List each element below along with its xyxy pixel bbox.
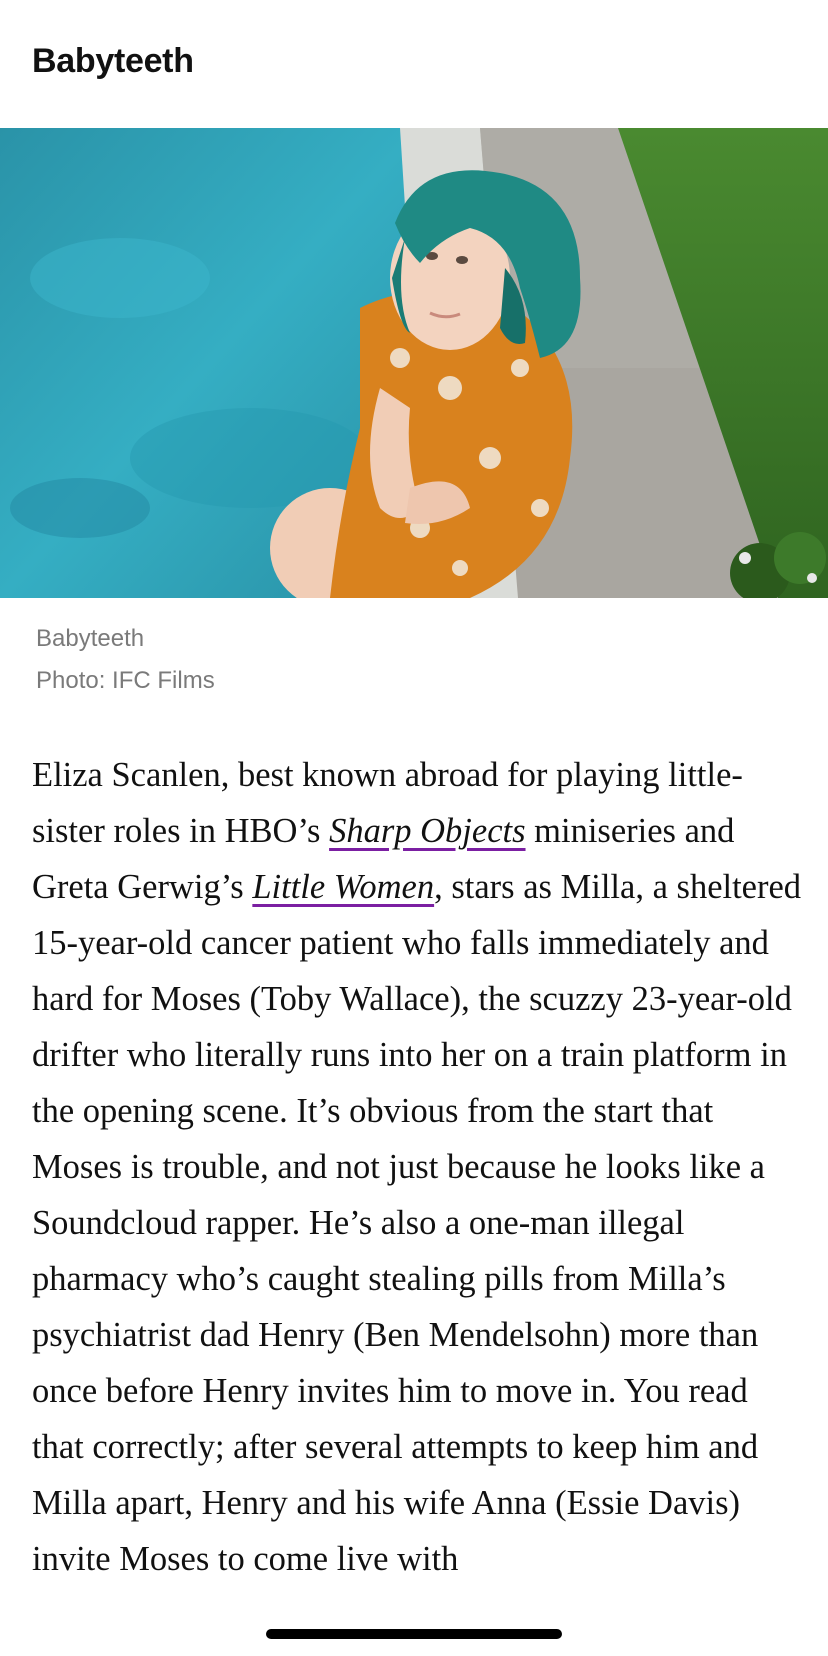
article-paragraph: Eliza Scanlen, best known abroad for pla…: [32, 747, 802, 1587]
hero-image: [0, 128, 828, 598]
sharp-objects-link[interactable]: Sharp Objects: [329, 812, 525, 850]
image-caption: Babyteeth Photo: IFC Films: [36, 618, 215, 702]
article-header: Babyteeth: [0, 0, 828, 128]
article-text-3: , stars as Milla, a sheltered 15-year-ol…: [32, 868, 802, 1578]
article-title: Babyteeth: [32, 42, 194, 80]
home-indicator[interactable]: [266, 1629, 562, 1639]
caption-title: Babyteeth: [36, 625, 145, 652]
article-body: Eliza Scanlen, best known abroad for pla…: [32, 747, 802, 1587]
caption-credit: Photo: IFC Films: [36, 667, 215, 694]
little-women-link[interactable]: Little Women: [252, 868, 434, 906]
